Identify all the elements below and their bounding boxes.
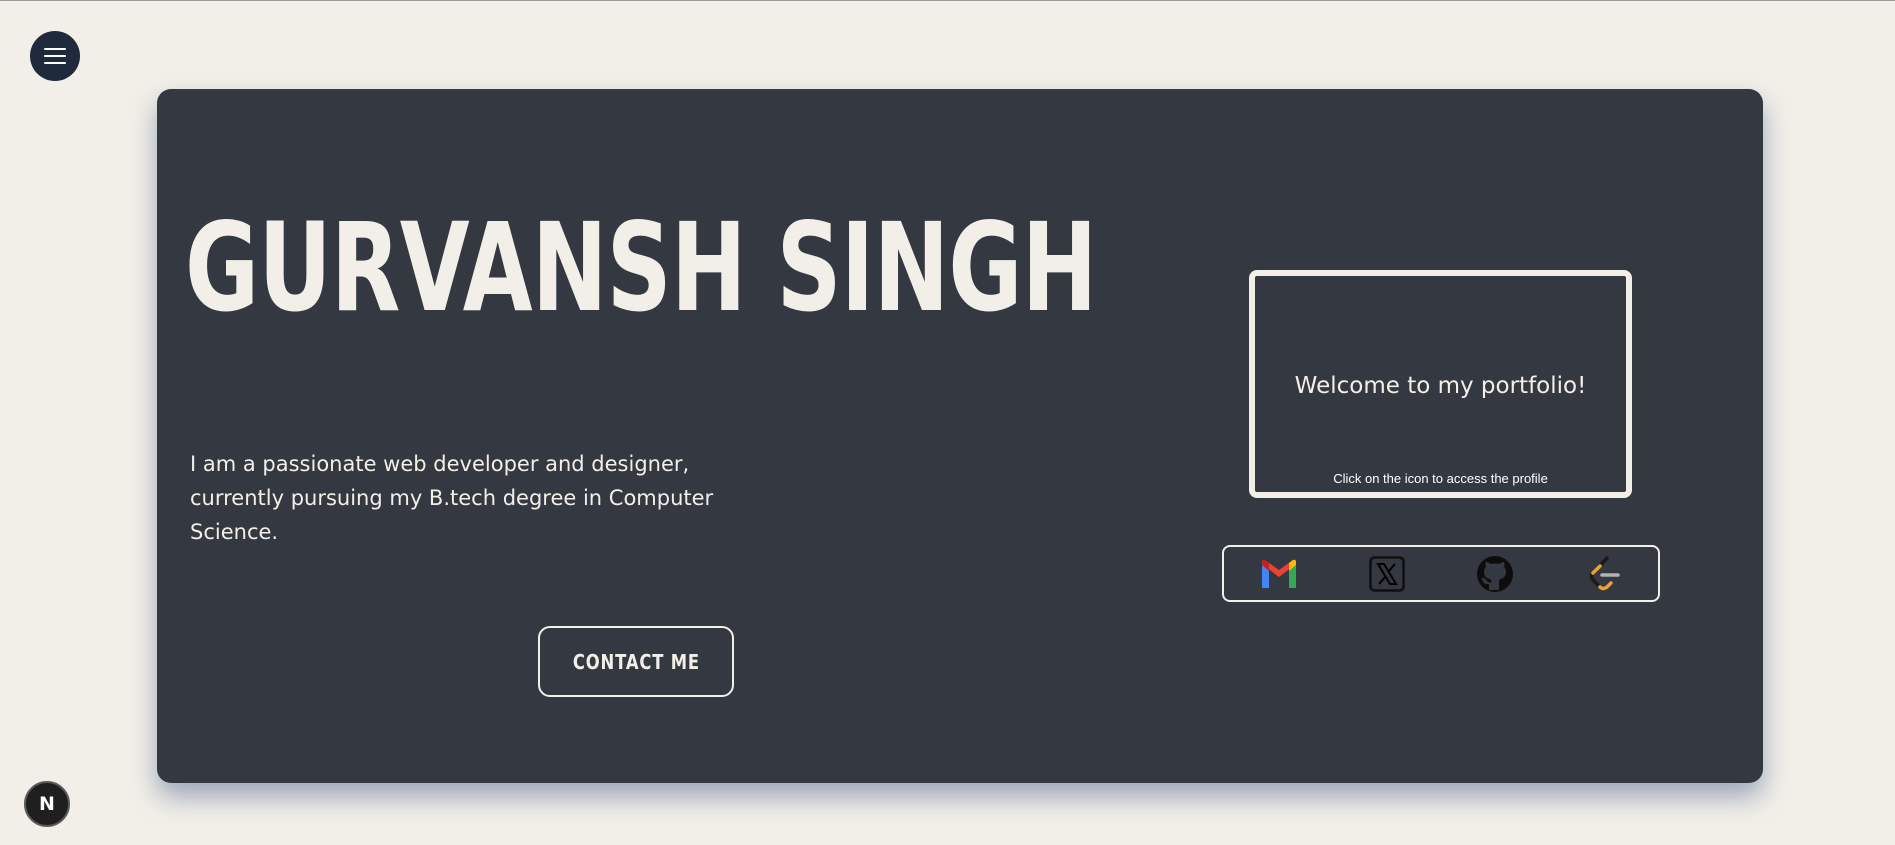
leetcode-icon[interactable] <box>1583 554 1623 594</box>
x-twitter-icon[interactable] <box>1367 554 1407 594</box>
contact-me-label: CONTACT ME <box>572 649 700 674</box>
hero-card: GURVANSH SINGH I am a passionate web dev… <box>157 89 1763 783</box>
welcome-title: Welcome to my portfolio! <box>1294 373 1587 399</box>
hamburger-line <box>44 48 66 50</box>
nextjs-badge-icon[interactable]: N <box>24 781 70 827</box>
hamburger-line <box>44 55 66 57</box>
welcome-note: Click on the icon to access the profile <box>1333 471 1548 486</box>
welcome-box: Welcome to my portfolio! Click on the ic… <box>1249 270 1632 498</box>
hero-name: GURVANSH SINGH <box>185 197 1097 339</box>
contact-me-button[interactable]: CONTACT ME <box>538 626 734 697</box>
social-links-bar <box>1222 545 1660 602</box>
github-icon[interactable] <box>1475 554 1515 594</box>
menu-button[interactable] <box>30 31 80 81</box>
gmail-icon[interactable] <box>1259 554 1299 594</box>
hero-bio: I am a passionate web developer and desi… <box>190 452 714 544</box>
hamburger-line <box>44 62 66 64</box>
